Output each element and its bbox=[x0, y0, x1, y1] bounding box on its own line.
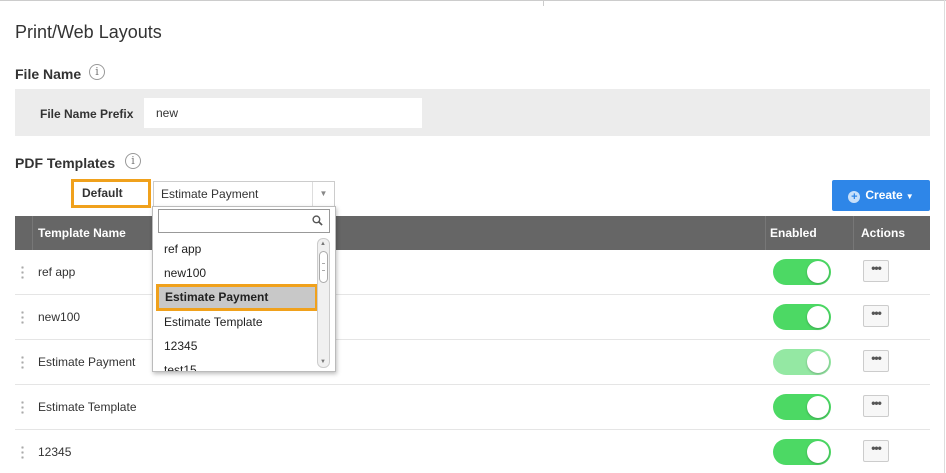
dropdown-option[interactable]: Estimate Template bbox=[164, 315, 263, 329]
pdf-templates-section-title: PDF Templates bbox=[15, 155, 116, 171]
toggle-knob bbox=[807, 306, 829, 328]
template-name: 12345 bbox=[38, 445, 72, 459]
right-border bbox=[944, 0, 945, 473]
table-row[interactable]: Estimate Template ••• bbox=[15, 385, 930, 430]
dropdown-option[interactable]: new100 bbox=[164, 266, 206, 280]
more-dots-icon[interactable]: ••• bbox=[863, 260, 889, 282]
file-name-prefix-label: File Name Prefix bbox=[40, 107, 134, 121]
dropdown-search[interactable] bbox=[158, 209, 330, 233]
more-dots-icon[interactable]: ••• bbox=[863, 350, 889, 372]
toggle-knob bbox=[807, 261, 829, 283]
template-name: Estimate Payment bbox=[38, 355, 136, 369]
top-border bbox=[0, 0, 946, 1]
header-template-name: Template Name bbox=[38, 226, 126, 240]
table-row[interactable]: 12345 ••• bbox=[15, 430, 930, 473]
caret-down-icon: ▼ bbox=[905, 192, 914, 201]
more-dots-icon[interactable]: ••• bbox=[863, 395, 889, 417]
header-divider bbox=[853, 216, 854, 250]
toggle-knob bbox=[807, 396, 829, 418]
drag-handle-icon[interactable] bbox=[21, 400, 24, 414]
file-name-section-title: File Name bbox=[15, 66, 82, 82]
template-name: new100 bbox=[38, 310, 81, 324]
enabled-toggle[interactable] bbox=[773, 394, 831, 420]
header-enabled: Enabled bbox=[770, 226, 817, 240]
dropdown-search-input[interactable] bbox=[159, 210, 309, 232]
header-divider bbox=[765, 216, 766, 250]
file-name-panel: File Name Prefix bbox=[15, 89, 930, 136]
search-icon bbox=[312, 215, 323, 226]
drag-handle-icon[interactable] bbox=[21, 265, 24, 279]
dropdown-option-highlighted[interactable]: Estimate Payment bbox=[156, 284, 318, 311]
default-template-select-value: Estimate Payment bbox=[161, 187, 259, 201]
header-divider bbox=[32, 216, 33, 250]
default-template-select[interactable]: Estimate Payment ▼ bbox=[153, 181, 335, 207]
dropdown-option[interactable]: ref app bbox=[164, 242, 201, 256]
drag-handle-icon[interactable] bbox=[21, 355, 24, 369]
plus-circle-icon: + bbox=[848, 191, 861, 203]
drag-handle-icon[interactable] bbox=[21, 445, 24, 459]
scroll-up-icon[interactable]: ▲ bbox=[320, 241, 326, 247]
drag-handle-icon[interactable] bbox=[21, 310, 24, 324]
default-label: Default bbox=[71, 179, 151, 208]
chevron-down-icon[interactable]: ▼ bbox=[312, 182, 334, 206]
file-name-info-icon[interactable]: i bbox=[89, 64, 105, 80]
enabled-toggle[interactable] bbox=[773, 259, 831, 285]
create-button-label: Create bbox=[865, 188, 903, 202]
toggle-knob bbox=[807, 351, 829, 373]
more-dots-icon[interactable]: ••• bbox=[863, 440, 889, 462]
enabled-toggle[interactable] bbox=[773, 439, 831, 465]
dropdown-option[interactable]: 12345 bbox=[164, 339, 197, 353]
dropdown-option[interactable]: test15 bbox=[164, 363, 197, 371]
template-dropdown[interactable]: ref app new100 Estimate Payment Estimate… bbox=[152, 206, 336, 372]
enabled-toggle[interactable] bbox=[773, 304, 831, 330]
enabled-toggle[interactable] bbox=[773, 349, 831, 375]
header-actions: Actions bbox=[861, 226, 906, 240]
grip-icon bbox=[322, 263, 325, 271]
toggle-knob bbox=[807, 441, 829, 463]
template-name: ref app bbox=[38, 265, 76, 279]
pdf-templates-info-icon[interactable]: i bbox=[125, 153, 141, 169]
template-name: Estimate Template bbox=[38, 400, 137, 414]
create-button[interactable]: + Create ▼ bbox=[832, 180, 930, 211]
page-title: Print/Web Layouts bbox=[15, 22, 162, 42]
scrollbar-thumb[interactable] bbox=[319, 251, 328, 283]
dropdown-scrollbar[interactable]: ▲ ▼ bbox=[317, 238, 330, 368]
more-dots-icon[interactable]: ••• bbox=[863, 305, 889, 327]
scroll-down-icon[interactable]: ▼ bbox=[320, 359, 326, 365]
file-name-prefix-input[interactable] bbox=[144, 98, 422, 128]
top-divider-tick bbox=[543, 0, 544, 6]
